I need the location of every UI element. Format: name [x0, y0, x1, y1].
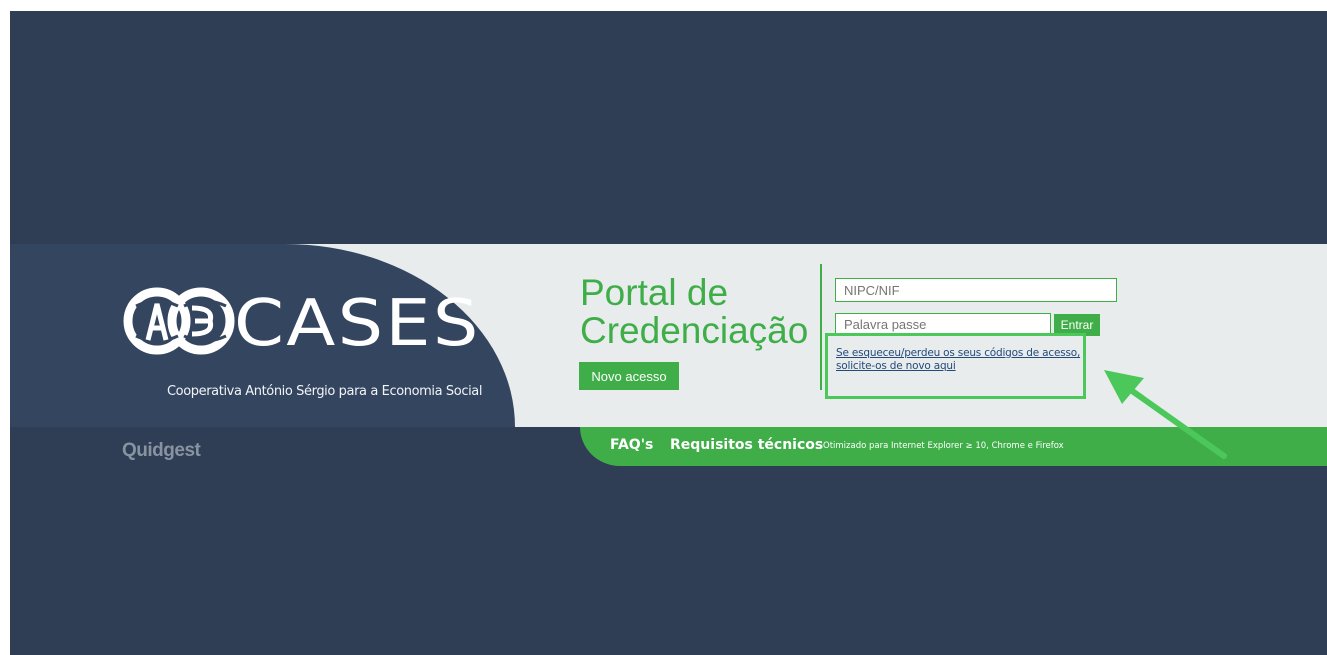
forgot-credentials-link[interactable]: Se esqueceu/perdeu os seus códigos de ac…: [836, 347, 1081, 373]
password-input[interactable]: [835, 313, 1051, 335]
forgot-link-line2: solicite-os de novo aqui: [836, 360, 956, 372]
brand-name: CASES: [234, 287, 481, 361]
technical-requirements-link[interactable]: Requisitos técnicos: [670, 437, 823, 453]
arrow-icon: [1104, 370, 1227, 459]
vertical-divider: [820, 264, 822, 390]
portal-title: Portal de Credenciação: [580, 274, 808, 350]
browser-note: Otimizado para Internet Explorer ≥ 10, C…: [823, 441, 1064, 451]
quidgest-logo: Quidgest: [122, 440, 201, 461]
brand-subtitle: Cooperativa António Sérgio para a Econom…: [167, 384, 483, 399]
faq-link[interactable]: FAQ's: [610, 437, 653, 453]
cases-emblem-icon: [123, 287, 235, 355]
logo-panel: CASES Cooperativa António Sérgio para a …: [10, 244, 515, 427]
nif-input[interactable]: [835, 278, 1117, 302]
page-background: CASES Cooperativa António Sérgio para a …: [10, 11, 1327, 655]
portal-title-line2: Credenciação: [580, 310, 809, 351]
portal-title-line1: Portal de: [580, 272, 729, 313]
new-access-button[interactable]: Novo acesso: [579, 362, 679, 390]
forgot-link-line1: Se esqueceu/perdeu os seus códigos de ac…: [836, 347, 1081, 359]
